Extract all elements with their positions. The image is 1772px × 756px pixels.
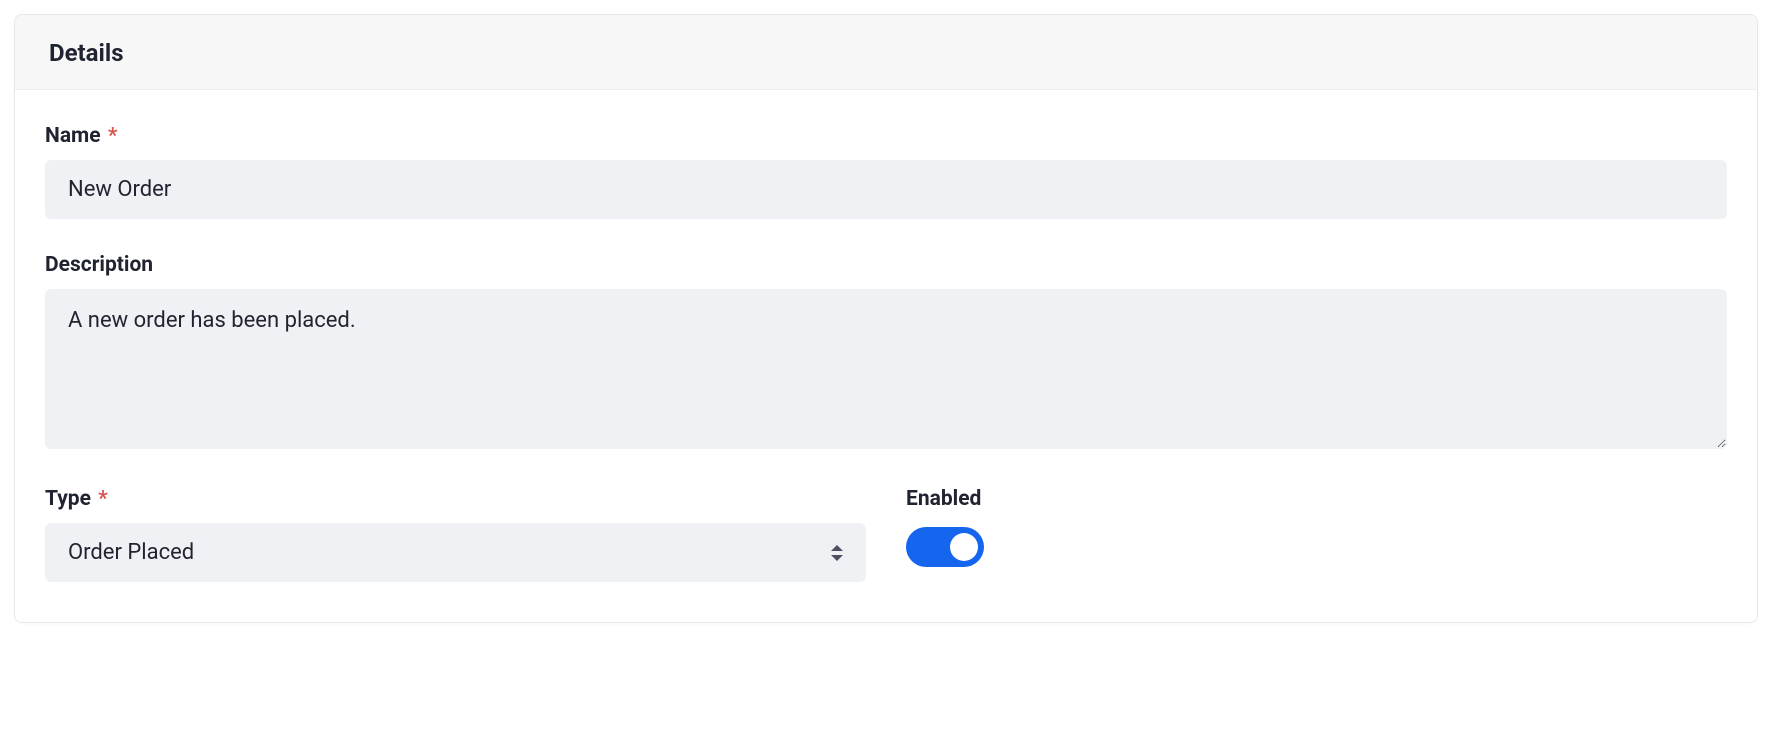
enabled-label: Enabled xyxy=(906,487,1727,511)
name-group: Name * xyxy=(45,124,1727,219)
enabled-label-text: Enabled xyxy=(906,487,981,511)
required-marker: * xyxy=(98,487,108,511)
details-card: Details Name * Description Type * xyxy=(14,14,1758,623)
toggle-slider xyxy=(906,527,984,567)
description-input[interactable] xyxy=(45,289,1727,449)
enabled-toggle[interactable] xyxy=(906,527,984,567)
name-label-text: Name xyxy=(45,124,101,148)
card-header: Details xyxy=(15,15,1757,90)
card-body: Name * Description Type * Order Placed xyxy=(15,90,1757,622)
description-label: Description xyxy=(45,253,1727,277)
type-group: Type * Order Placed xyxy=(45,487,866,582)
type-label-text: Type xyxy=(45,487,91,511)
type-select-wrapper: Order Placed xyxy=(45,523,866,582)
card-title: Details xyxy=(49,39,1723,67)
type-select[interactable]: Order Placed xyxy=(45,523,866,582)
type-enabled-row: Type * Order Placed Enabled xyxy=(45,487,1727,582)
required-marker: * xyxy=(108,124,118,148)
description-group: Description xyxy=(45,253,1727,453)
type-label: Type * xyxy=(45,487,866,511)
enabled-group: Enabled xyxy=(906,487,1727,567)
description-label-text: Description xyxy=(45,253,153,277)
name-label: Name * xyxy=(45,124,1727,148)
name-input[interactable] xyxy=(45,160,1727,219)
